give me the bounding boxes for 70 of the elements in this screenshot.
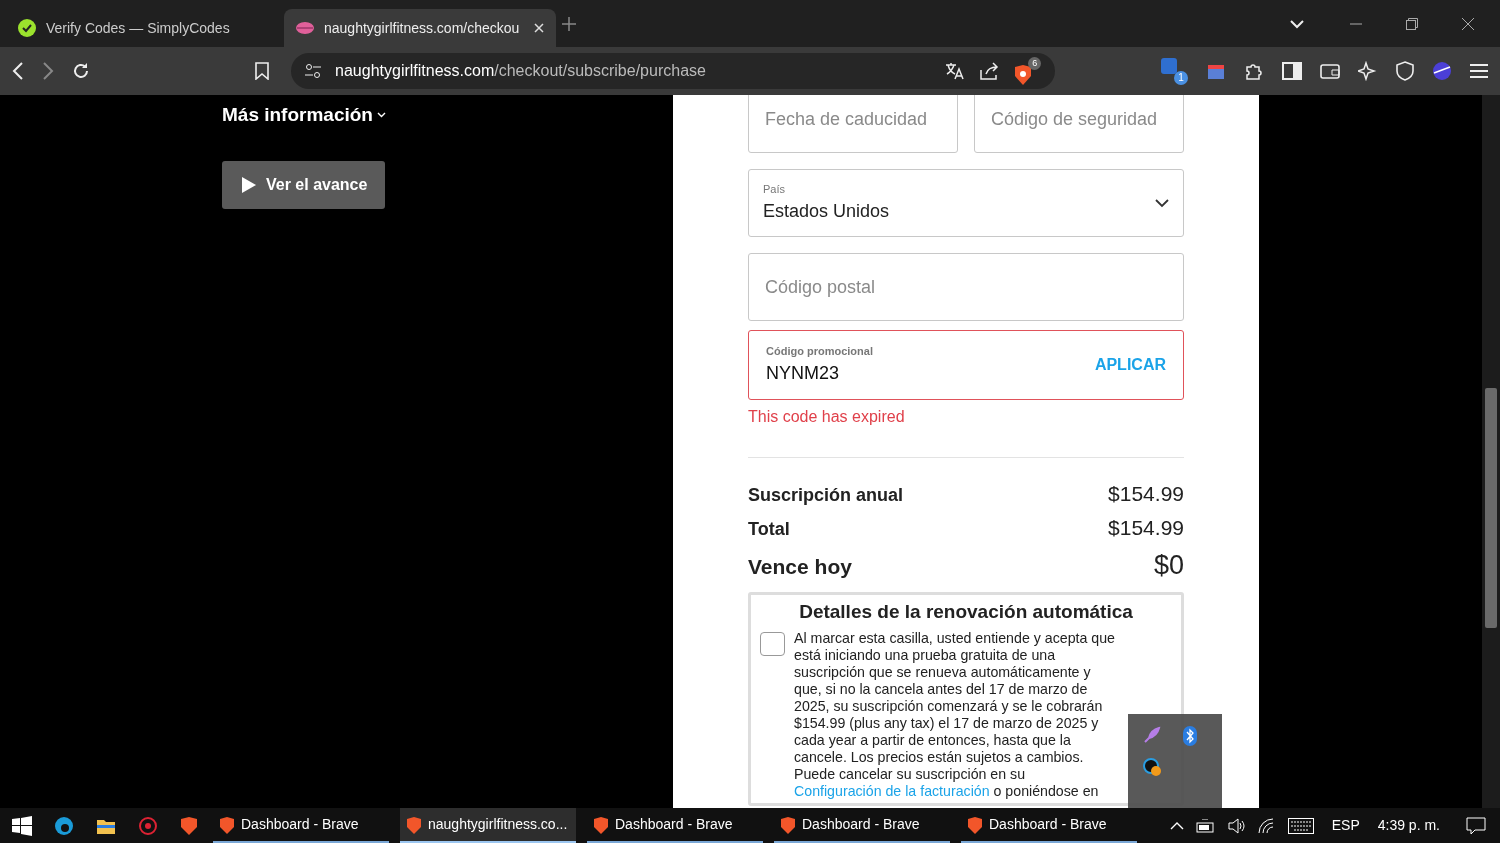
- puzzle-icon[interactable]: [1244, 61, 1264, 81]
- taskbar-window-button[interactable]: Dashboard - Brave: [774, 808, 950, 843]
- count-badge: 1: [1174, 71, 1188, 85]
- clock[interactable]: 4:39 p. m.: [1377, 815, 1440, 836]
- text-input[interactable]: Fecha de caducidad: [763, 104, 943, 134]
- terms-paragraph: Al marcar esta casilla, usted entiende y acepta que está iniciando una prueba gratuita de una suscripción que se renueva automáticamente y que, si no la cancela antes del 17 de marzo de 2025, su suscripción comenzará y se le cobrarán $154.99 (plus any tax) el 17 de marzo de 2025 y cada year a partir de entonces, hasta que la cancele. Los precios están sujetos a cambios. Puede cancelar su suscripción en su Configuración de la facturación o poniéndose en: [794, 630, 1116, 800]
- text-input[interactable]: NYNM23: [766, 359, 1095, 387]
- summary-amount: $0: [1153, 549, 1184, 582]
- bookmark-icon[interactable]: [255, 62, 270, 80]
- browser-tab[interactable]: Verify Codes — SimplyCodes: [6, 9, 278, 47]
- summary-amount: $154.99: [1108, 514, 1184, 541]
- text-input[interactable]: Código de seguridad: [989, 104, 1169, 134]
- menu-icon[interactable]: [1470, 64, 1488, 78]
- error-message: This code has expired: [748, 407, 906, 427]
- shield-icon[interactable]: [1396, 61, 1414, 81]
- summary-label: Vence hoy: [748, 554, 852, 580]
- site-settings-icon[interactable]: [305, 63, 322, 79]
- chevron-up-icon[interactable]: [1169, 821, 1184, 830]
- checkbox[interactable]: [760, 632, 785, 656]
- field-label: País: [763, 182, 786, 198]
- scrollbar[interactable]: [1482, 95, 1500, 808]
- share-icon[interactable]: [979, 62, 1000, 80]
- select-value: Estados Unidos: [763, 199, 890, 223]
- speaker-icon[interactable]: [1227, 817, 1246, 834]
- translate-icon[interactable]: [945, 62, 966, 80]
- back-icon[interactable]: [12, 62, 24, 80]
- new-tab-icon[interactable]: [562, 16, 576, 31]
- notification-icon[interactable]: [1466, 816, 1486, 835]
- brave-shield-button[interactable]: 6: [1013, 56, 1042, 86]
- forward-icon[interactable]: [42, 62, 54, 80]
- browser-tab[interactable]: naughtygirlfitness.com/checkou: [284, 9, 556, 47]
- sparkle-icon[interactable]: [1358, 61, 1378, 81]
- more-info-link[interactable]: Más información: [222, 101, 373, 130]
- restore-icon[interactable]: [1406, 17, 1418, 30]
- warning-ring-icon[interactable]: [1143, 758, 1161, 776]
- promo-code-field[interactable]: Código promocional NYNM23 APLICAR: [748, 330, 1184, 400]
- text-input[interactable]: Código postal: [763, 272, 1169, 302]
- summary-label: Suscripción anual: [748, 484, 904, 507]
- windows-start-icon[interactable]: [12, 815, 32, 836]
- trailer-button[interactable]: Ver el avance: [222, 160, 386, 209]
- language-indicator[interactable]: ESP: [1331, 815, 1360, 836]
- chevron-down-icon: [1155, 198, 1169, 208]
- input-field[interactable]: Código de seguridad: [974, 95, 1184, 153]
- target-icon[interactable]: [138, 815, 158, 836]
- wifi-icon[interactable]: [1257, 817, 1276, 834]
- wallet-icon[interactable]: [1320, 62, 1340, 80]
- taskbar-window-button[interactable]: naughtygirlfitness.co...: [400, 808, 576, 843]
- taskbar-window-button[interactable]: Dashboard - Brave: [213, 808, 389, 843]
- sidebar-icon[interactable]: [1282, 62, 1302, 80]
- chevron-down-icon: [377, 112, 386, 119]
- check-logo-icon: [18, 19, 36, 37]
- close-icon[interactable]: [1462, 17, 1474, 30]
- address-bar[interactable]: naughtygirlfitness.com/checkout/subscribe/purchase 6: [291, 53, 1056, 89]
- battery-icon[interactable]: [1195, 818, 1216, 833]
- postal-code-field[interactable]: Código postal: [748, 253, 1184, 321]
- count-badge: 6: [1028, 56, 1042, 70]
- card-title: Detalles de la renovación automática: [798, 599, 1134, 624]
- tab-title: Verify Codes — SimplyCodes: [46, 18, 231, 38]
- tab-title: naughtygirlfitness.com/checkou: [324, 18, 521, 38]
- keyboard-icon[interactable]: [1287, 817, 1314, 834]
- country-select[interactable]: País Estados Unidos: [748, 169, 1184, 237]
- taskbar-window-button[interactable]: Dashboard - Brave: [961, 808, 1137, 843]
- input-field[interactable]: Fecha de caducidad: [748, 95, 958, 153]
- play-icon: [242, 176, 256, 193]
- taskbar-window-button[interactable]: Dashboard - Brave: [587, 808, 763, 843]
- url-text: naughtygirlfitness.com/checkout/subscribe/purchase: [335, 61, 707, 81]
- reload-icon[interactable]: [72, 62, 90, 80]
- chevron-down-icon[interactable]: [1290, 18, 1304, 29]
- summary-label: Total: [748, 517, 790, 541]
- summary-amount: $154.99: [1108, 481, 1184, 507]
